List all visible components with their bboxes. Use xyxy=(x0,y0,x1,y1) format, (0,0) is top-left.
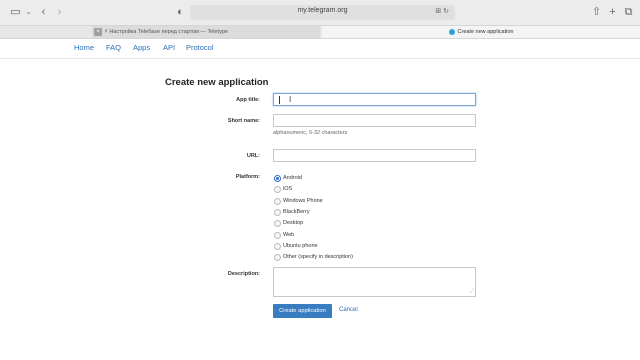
app-title-input[interactable] xyxy=(274,100,475,112)
browser-toolbar: ▭ ⌄ ‹ › ◐ my.telegram.org ⊞ ↻ ⇧ + ⧉ xyxy=(0,0,640,26)
description-label: Description: xyxy=(227,271,260,277)
tab-label: ⚡ Настройка Teleбase перед стартом — Tel… xyxy=(104,29,228,35)
reload-icon[interactable]: ⊞ ↻ xyxy=(435,7,449,15)
address-url: my.telegram.org xyxy=(297,7,348,14)
platform-option-label: Web xyxy=(283,232,295,238)
platform-option-label: BlackBerry xyxy=(283,209,310,215)
platform-option-label: Android xyxy=(283,175,302,181)
radio-button[interactable] xyxy=(274,243,281,250)
telegram-icon xyxy=(448,28,455,35)
url-field[interactable] xyxy=(273,149,476,168)
radio-button[interactable] xyxy=(274,198,281,205)
radio-button[interactable] xyxy=(274,175,281,182)
share-icon[interactable]: ⇧ xyxy=(590,6,603,19)
platform-option-label: iOS xyxy=(283,186,293,192)
tab-teletype[interactable]: ⚡ Настройка Teleбase перед стартом — Tel… xyxy=(92,26,320,38)
short-name-label: Short name: xyxy=(227,118,260,124)
platform-label: Platform: xyxy=(235,174,260,180)
url-label: URL: xyxy=(246,153,260,159)
nav-apps[interactable]: Apps xyxy=(133,43,150,52)
nav-api[interactable]: API xyxy=(163,43,175,52)
tab-overview-icon[interactable]: ⧉ xyxy=(622,6,635,19)
text-caret xyxy=(279,96,280,104)
new-tab-icon[interactable]: + xyxy=(606,6,619,19)
cancel-link[interactable]: Cancel xyxy=(339,307,358,313)
platform-option-label: Other (specify in description) xyxy=(283,254,353,260)
platform-option-label: Desktop xyxy=(283,220,304,226)
shield-icon: ◐ xyxy=(177,6,184,18)
radio-button[interactable] xyxy=(274,220,281,227)
nav-protocol[interactable]: Protocol xyxy=(186,43,214,52)
nav-divider xyxy=(0,58,640,59)
tab-label: Create new application xyxy=(457,29,514,35)
sidebar-icon[interactable]: ▭ xyxy=(9,6,22,19)
chevron-down-icon[interactable]: ⌄ xyxy=(22,6,35,19)
tab-create-app[interactable]: Create new application xyxy=(322,26,640,38)
close-tab-icon[interactable]: × xyxy=(94,28,102,36)
radio-button[interactable] xyxy=(274,254,281,261)
address-bar[interactable]: my.telegram.org ⊞ ↻ xyxy=(190,5,455,20)
back-icon[interactable]: ‹ xyxy=(37,6,50,19)
platform-option-label: Ubuntu phone xyxy=(283,243,318,249)
resize-handle-icon[interactable]: ⟋ xyxy=(470,289,474,295)
forward-icon[interactable]: › xyxy=(53,6,66,19)
radio-button[interactable] xyxy=(274,232,281,239)
ibeam-cursor-icon: I xyxy=(289,95,292,104)
radio-button[interactable] xyxy=(274,186,281,193)
create-application-button[interactable]: Create application xyxy=(273,304,332,318)
platform-option-label: Windows Phone xyxy=(283,198,323,204)
nav-faq[interactable]: FAQ xyxy=(106,43,121,52)
radio-button[interactable] xyxy=(274,209,281,216)
app-title-field[interactable]: I xyxy=(273,93,476,112)
page-title: Create new application xyxy=(165,77,269,88)
url-input[interactable] xyxy=(274,156,475,168)
short-name-hint: alphanumeric, 5-32 characters xyxy=(273,130,348,136)
app-title-label: App title: xyxy=(236,97,260,103)
short-name-field[interactable] xyxy=(273,114,476,133)
description-textarea[interactable]: ⟋ xyxy=(273,267,476,297)
nav-home[interactable]: Home xyxy=(74,43,94,52)
